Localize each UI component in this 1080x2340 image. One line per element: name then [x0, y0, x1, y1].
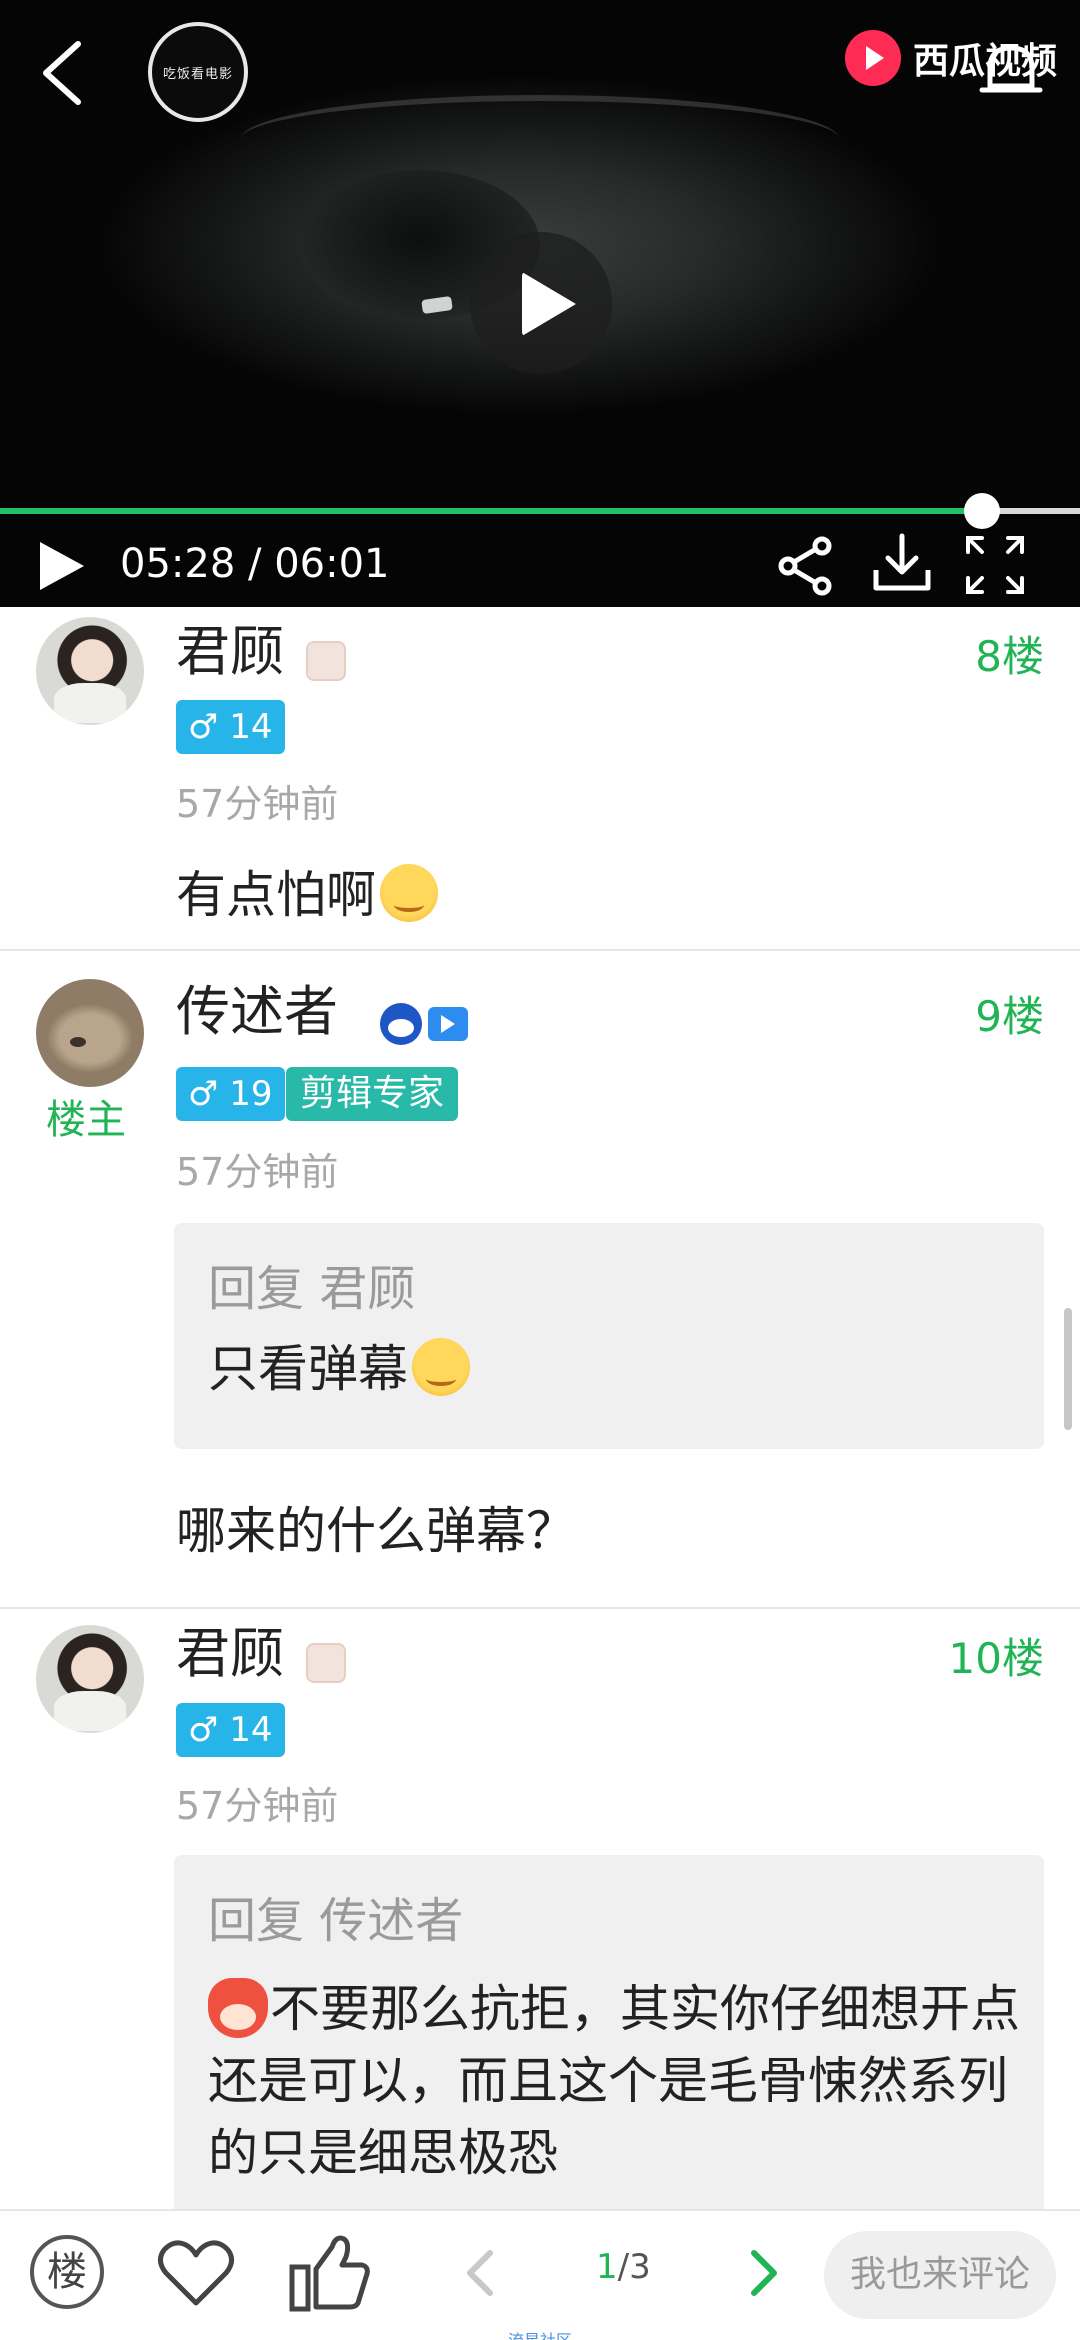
quote-reply-to: 回复 君顾 — [208, 1261, 416, 1317]
owner-tag: 楼主 — [46, 1097, 126, 1143]
play-icon[interactable] — [36, 540, 86, 590]
quote-text-content: 不要那么抗拒，其实你仔细想开点还是可以，而且这个是毛骨悚然系列的只是细思极恐 — [208, 1980, 1020, 2182]
progress-fill — [0, 508, 982, 514]
heart-icon[interactable] — [156, 2237, 236, 2309]
brand-logo-icon — [845, 30, 901, 86]
page-current: 1 — [596, 2247, 618, 2287]
avatar[interactable] — [36, 617, 144, 725]
comment-text: 有点怕啊 — [176, 855, 438, 927]
page-indicator: 1/3 — [596, 2247, 651, 2287]
current-time: 05:28 — [120, 541, 236, 587]
title-badge: 剪辑专家 — [286, 1067, 459, 1121]
share-icon[interactable] — [778, 536, 834, 596]
gender-level-badge: ♂ 19 — [176, 1067, 285, 1121]
channel-logo[interactable]: 吃饭看电影 — [148, 22, 248, 122]
bottom-bar: 楼 1/3 我也来评论 流星社区 — [0, 2209, 1080, 2340]
back-arrow-icon[interactable] — [38, 40, 88, 106]
previous-page-icon[interactable] — [460, 2247, 500, 2299]
channel-logo-text: 吃饭看电影 — [162, 66, 233, 82]
thumbs-up-icon[interactable] — [288, 2231, 372, 2313]
scrollbar[interactable] — [1064, 1308, 1072, 1430]
quote-text-content: 只看弹幕 — [208, 1340, 408, 1398]
quote-text: 只看弹幕 — [208, 1333, 1028, 1405]
floor-number: 9楼 — [975, 992, 1044, 1041]
duration: 06:01 — [274, 541, 390, 587]
download-icon[interactable] — [872, 532, 932, 594]
comment-item: 君顾 10楼 ♂ 14 57分钟前 回复 传述者 不要那么抗拒，其实你仔细想开点… — [0, 1609, 1080, 2209]
settings-icon[interactable] — [976, 36, 1046, 106]
creator-badge-icon — [380, 1003, 422, 1045]
comment-list[interactable]: 君顾 8楼 ♂ 14 57分钟前 有点怕啊 楼主 传述者 9楼 ♂ 19 剪辑专… — [0, 607, 1080, 2209]
comment-item: 楼主 传述者 9楼 ♂ 19 剪辑专家 57分钟前 回复 君顾 只看弹幕 哪来的… — [0, 951, 1080, 1607]
floor-jump-button[interactable]: 楼 — [30, 2235, 104, 2309]
page-total: /3 — [617, 2247, 651, 2287]
avatar[interactable] — [36, 979, 144, 1087]
comment-text-content: 有点怕啊 — [176, 866, 376, 924]
comment-item: 君顾 8楼 ♂ 14 57分钟前 有点怕啊 — [0, 607, 1080, 949]
fox-emoji-icon — [208, 1978, 268, 2038]
smile-emoji-icon — [412, 1338, 470, 1396]
gender-level-badge: ♂ 14 — [176, 700, 285, 754]
progress-thumb[interactable] — [963, 493, 1000, 529]
fullscreen-icon[interactable] — [964, 534, 1026, 596]
center-play-button[interactable] — [470, 232, 612, 374]
quote-text: 不要那么抗拒，其实你仔细想开点还是可以，而且这个是毛骨悚然系列的只是细思极恐 — [208, 1973, 1028, 2189]
time-display: 05:28 / 06:01 — [120, 541, 390, 587]
username[interactable]: 传述者 — [176, 977, 338, 1047]
smile-emoji-icon — [380, 864, 438, 922]
write-comment-button[interactable]: 我也来评论 — [824, 2231, 1056, 2319]
video-creator-icon — [428, 1007, 468, 1041]
timestamp: 57分钟前 — [176, 782, 339, 826]
vip-crown-icon — [306, 641, 346, 681]
quoted-reply[interactable]: 回复 传述者 不要那么抗拒，其实你仔细想开点还是可以，而且这个是毛骨悚然系列的只… — [174, 1855, 1044, 2209]
quoted-reply[interactable]: 回复 君顾 只看弹幕 — [174, 1223, 1044, 1449]
footer-watermark: 流星社区 — [0, 2327, 1080, 2340]
progress-bar[interactable] — [0, 493, 1080, 529]
username[interactable]: 君顾 — [176, 1619, 284, 1689]
video-frame-eyelid — [240, 95, 840, 185]
floor-number: 10楼 — [948, 1634, 1044, 1683]
quote-reply-to: 回复 传述者 — [208, 1893, 464, 1949]
timestamp: 57分钟前 — [176, 1784, 339, 1828]
next-page-icon[interactable] — [744, 2247, 784, 2299]
comment-text: 哪来的什么弹幕？ — [176, 1502, 576, 1560]
gender-level-badge: ♂ 14 — [176, 1703, 285, 1757]
username[interactable]: 君顾 — [176, 617, 284, 687]
avatar[interactable] — [36, 1625, 144, 1733]
video-player[interactable]: 吃饭看电影 西瓜视频 05:28 / 06:01 — [0, 0, 1080, 607]
vip-crown-icon — [306, 1643, 346, 1683]
floor-number: 8楼 — [975, 632, 1044, 681]
timestamp: 57分钟前 — [176, 1150, 339, 1194]
